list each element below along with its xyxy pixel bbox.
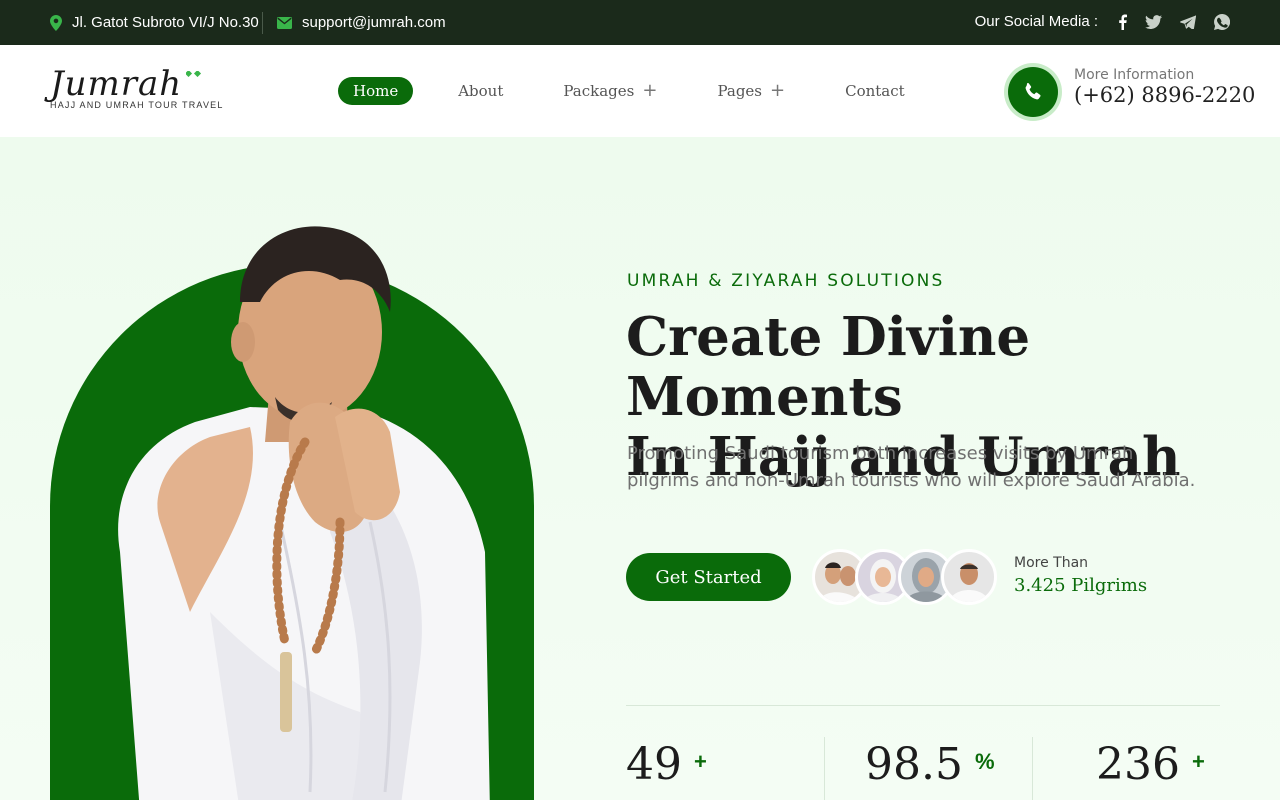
map-pin-icon: [50, 14, 62, 31]
pilgrims-count: 3.425 Pilgrims: [1014, 575, 1148, 596]
phone-button[interactable]: [1004, 63, 1062, 121]
logo[interactable]: Jumrah HAJJ AND UMRAH TOUR TRAVEL: [50, 67, 230, 115]
get-started-button[interactable]: Get Started: [626, 553, 791, 601]
phone-icon: [1008, 67, 1058, 117]
logo-tagline: HAJJ AND UMRAH TOUR TRAVEL: [50, 100, 224, 110]
plus-icon: +: [642, 80, 658, 101]
email-text[interactable]: support@jumrah.com: [302, 14, 446, 31]
nav-home-label: Home: [353, 82, 399, 100]
nav-contact-label: Contact: [845, 82, 905, 100]
logo-dots-icon: [186, 71, 202, 77]
stat-suffix: +: [694, 749, 707, 774]
stat-suffix: %: [974, 749, 995, 774]
nav-contact[interactable]: Contact: [845, 82, 905, 100]
stat-item: 98.5 %: [865, 737, 995, 793]
hero-title-line1: Create Divine Moments: [626, 306, 1031, 428]
twitter-icon[interactable]: [1145, 14, 1162, 29]
stat-suffix: +: [1191, 749, 1205, 774]
top-bar: Jl. Gatot Subroto VI/J No.30 support@jum…: [0, 0, 1280, 45]
topbar-divider: [262, 12, 263, 34]
address-text: Jl. Gatot Subroto VI/J No.30: [72, 14, 259, 31]
nav-packages-label: Packages: [563, 82, 635, 100]
nav-packages[interactable]: Packages +: [563, 80, 658, 101]
main-nav: Home About Packages + Pages + Contact: [338, 77, 905, 105]
hero-section: UMRAH & ZIYARAH SOLUTIONS Create Divine …: [0, 137, 1280, 800]
social-media: Our Social Media :: [975, 13, 1230, 30]
email[interactable]: support@jumrah.com: [277, 14, 446, 31]
praying-pilgrim-image: [118, 226, 490, 800]
hero-description: Promoting Saudi tourism both increases v…: [627, 443, 1196, 491]
stat-item: 49 +: [626, 737, 707, 793]
nav-home[interactable]: Home: [338, 77, 414, 105]
nav-about-label: About: [458, 82, 504, 100]
nav-pages[interactable]: Pages +: [717, 80, 786, 101]
address: Jl. Gatot Subroto VI/J No.30: [50, 14, 259, 31]
contact-phone[interactable]: (+62) 8896-2220: [1074, 83, 1255, 107]
pilgrim-avatars: [812, 549, 1002, 605]
whatsapp-icon[interactable]: [1214, 13, 1230, 30]
stats-divider: [626, 705, 1220, 706]
stat-divider: [824, 737, 825, 800]
logo-wordmark: Jumrah: [50, 64, 183, 104]
stat-divider: [1032, 737, 1033, 800]
facebook-icon[interactable]: [1118, 14, 1127, 30]
site-header: Jumrah HAJJ AND UMRAH TOUR TRAVEL Home A…: [0, 45, 1280, 137]
plus-icon: +: [770, 80, 786, 101]
pilgrims-label: More Than: [1014, 555, 1089, 571]
hero-eyebrow: UMRAH & ZIYARAH SOLUTIONS: [627, 271, 945, 291]
telegram-icon[interactable]: [1180, 14, 1196, 29]
nav-about[interactable]: About: [458, 82, 503, 100]
nav-pages-label: Pages: [717, 82, 762, 100]
avatar: [941, 549, 997, 605]
stat-value: 98.5: [865, 739, 963, 790]
stat-value: 49: [626, 739, 682, 790]
stat-item: 236 +: [1096, 737, 1205, 793]
stat-value: 236: [1096, 739, 1180, 790]
social-label: Our Social Media :: [974, 13, 1098, 30]
contact-label: More Information: [1074, 67, 1195, 83]
envelope-icon: [277, 16, 292, 29]
